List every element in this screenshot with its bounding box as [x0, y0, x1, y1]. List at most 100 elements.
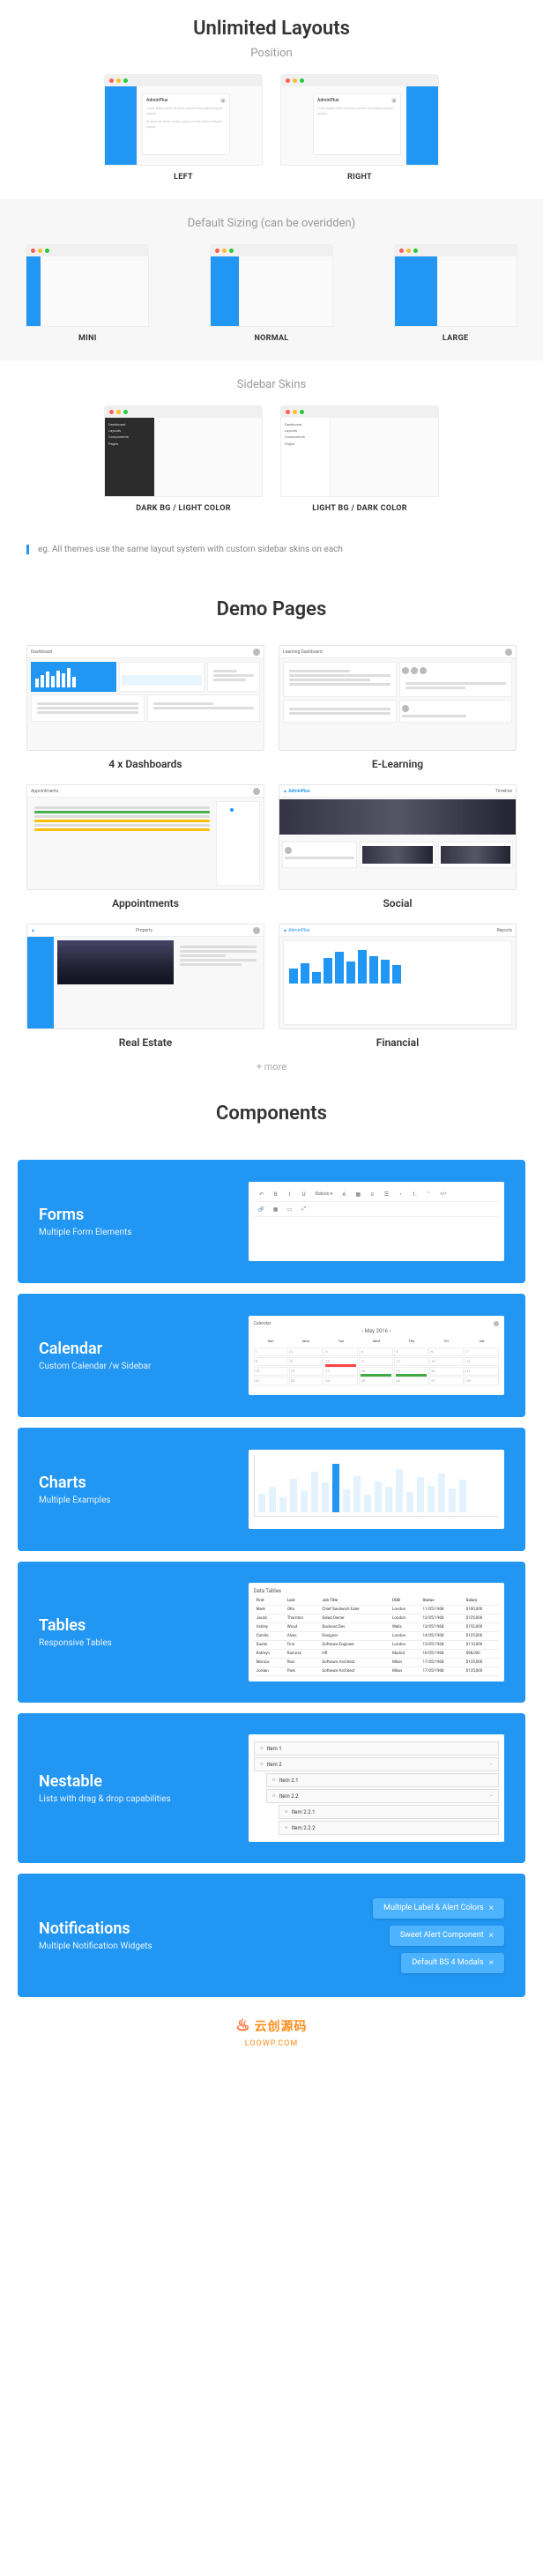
- sidebar-item[interactable]: Components: [108, 434, 151, 440]
- sidebar-item[interactable]: Layouts: [285, 427, 326, 434]
- calendar-day[interactable]: 10: [324, 1357, 358, 1366]
- calendar-day[interactable]: 2: [289, 1347, 324, 1356]
- calendar-day[interactable]: 9: [289, 1357, 324, 1366]
- sidebar-item[interactable]: Dashboard: [108, 421, 151, 427]
- toolbar-button[interactable]: ☰: [382, 1190, 391, 1199]
- table-row[interactable]: DustinFinnSoftware EngineerLondon15/05/1…: [254, 1641, 499, 1650]
- close-icon[interactable]: ✕: [391, 98, 397, 103]
- toolbar-button[interactable]: Roboto ▾: [314, 1191, 335, 1197]
- table-row[interactable]: AshleyWoodBackend DevWells13/05/1968$152…: [254, 1623, 499, 1632]
- table-header[interactable]: DOB: [390, 1597, 420, 1606]
- table-row[interactable]: MonicaRiosSoftware ArchitectMilan17/05/1…: [254, 1659, 499, 1667]
- demo-appointments[interactable]: Appointments Appointments: [26, 784, 264, 909]
- calendar-day[interactable]: 1: [254, 1347, 288, 1356]
- chart-bar: [301, 1491, 308, 1512]
- toolbar-button[interactable]: ≡: [368, 1190, 376, 1199]
- table-header[interactable]: Last: [285, 1597, 320, 1606]
- close-icon[interactable]: ×: [489, 1904, 494, 1913]
- table-row[interactable]: CamilaAlvesDesignerLondon14/05/1968$125,…: [254, 1632, 499, 1641]
- video-icon[interactable]: ▭: [286, 1205, 294, 1214]
- calendar-day[interactable]: 3: [324, 1347, 358, 1356]
- image-icon[interactable]: ▦: [272, 1205, 280, 1214]
- table-header[interactable]: Salary: [464, 1597, 499, 1606]
- calendar-day[interactable]: 26: [394, 1377, 428, 1385]
- sidebar-item[interactable]: Pages: [108, 441, 151, 447]
- close-icon[interactable]: ×: [489, 1931, 494, 1941]
- calendar-day[interactable]: 12: [394, 1357, 428, 1366]
- table-header[interactable]: First: [254, 1597, 285, 1606]
- demo-realestate[interactable]: ▲Property Real Estate: [26, 924, 264, 1049]
- calendar-day[interactable]: 25: [359, 1377, 393, 1385]
- more-link[interactable]: + more: [0, 1061, 543, 1073]
- calendar-day[interactable]: 19: [394, 1367, 428, 1376]
- toolbar-button[interactable]: </>: [438, 1191, 448, 1197]
- next-month-icon[interactable]: ›: [389, 1328, 391, 1334]
- calendar-day[interactable]: 17: [324, 1367, 358, 1376]
- toolbar-button[interactable]: A: [339, 1190, 348, 1199]
- drag-handle-icon[interactable]: ≡: [272, 1793, 276, 1800]
- close-icon[interactable]: ×: [489, 1958, 494, 1968]
- calendar-day[interactable]: 8: [254, 1357, 288, 1366]
- demo-elearning[interactable]: Learning Dashboard E-Learning: [279, 645, 517, 770]
- prev-month-icon[interactable]: ‹: [361, 1328, 363, 1334]
- calendar-day[interactable]: 18: [359, 1367, 393, 1376]
- calendar-day[interactable]: 16: [289, 1367, 324, 1376]
- drag-handle-icon[interactable]: ≡: [272, 1777, 276, 1784]
- calendar-day[interactable]: 6: [429, 1347, 464, 1356]
- demo-dashboards[interactable]: Dashboard 4 x Dashboards: [26, 645, 264, 770]
- toolbar-button[interactable]: B: [272, 1190, 280, 1199]
- calendar-day[interactable]: 14: [465, 1357, 499, 1366]
- calendar-day[interactable]: 4: [359, 1347, 393, 1356]
- drag-handle-icon[interactable]: ≡: [285, 1808, 288, 1815]
- table-row[interactable]: JordanParkSoftware ArchitectMilan17/05/1…: [254, 1667, 499, 1676]
- sidebar-item[interactable]: Pages: [285, 441, 326, 447]
- collapse-icon[interactable]: −: [490, 1793, 493, 1800]
- alert-pill[interactable]: Multiple Label & Alert Colors×: [373, 1898, 504, 1919]
- demo-financial[interactable]: ▲ AdminPlusReports Financial: [279, 924, 517, 1049]
- calendar-day[interactable]: 28: [465, 1377, 499, 1385]
- list-item[interactable]: ≡Item 2.2.1: [279, 1805, 499, 1819]
- calendar-day[interactable]: 5: [394, 1347, 428, 1356]
- alert-pill[interactable]: Sweet Alert Component×: [390, 1926, 504, 1946]
- demo-social[interactable]: ▲ AdminPlusTimeline Social: [279, 784, 517, 909]
- sidebar-item[interactable]: Layouts: [108, 427, 151, 434]
- list-item[interactable]: ≡Item 2−: [254, 1757, 499, 1771]
- calendar-day[interactable]: 15: [254, 1367, 288, 1376]
- alert-pill[interactable]: Default BS 4 Modals×: [401, 1953, 504, 1973]
- toolbar-button[interactable]: 1.: [410, 1190, 419, 1199]
- drag-handle-icon[interactable]: ≡: [260, 1745, 264, 1752]
- expand-icon[interactable]: ⤢: [300, 1205, 309, 1214]
- calendar-day[interactable]: 24: [324, 1377, 358, 1385]
- table-header[interactable]: Job Title: [319, 1597, 390, 1606]
- table-row[interactable]: JacobThorntonSalad OwnerLondon12/05/1968…: [254, 1615, 499, 1623]
- toolbar-button[interactable]: U: [300, 1190, 309, 1199]
- calendar-day[interactable]: 20: [429, 1367, 464, 1376]
- calendar-day[interactable]: 23: [289, 1377, 324, 1385]
- link-icon[interactable]: 🔗: [257, 1205, 266, 1214]
- toolbar-button[interactable]: ": [424, 1190, 433, 1199]
- sidebar-item[interactable]: Components: [285, 434, 326, 440]
- drag-handle-icon[interactable]: ≡: [260, 1761, 264, 1768]
- table-header[interactable]: Status: [420, 1597, 464, 1606]
- table-row[interactable]: KathrynRamirezHRMadrid16/05/1968$98,000: [254, 1650, 499, 1659]
- list-item[interactable]: ≡Item 2.1: [266, 1773, 499, 1787]
- toolbar-button[interactable]: •: [396, 1190, 405, 1199]
- drag-handle-icon[interactable]: ≡: [285, 1824, 288, 1831]
- collapse-icon[interactable]: −: [490, 1762, 493, 1768]
- list-item[interactable]: ≡Item 1: [254, 1741, 499, 1756]
- table-row[interactable]: MarkOttoChief Sandwich EaterLondon11/05/…: [254, 1606, 499, 1615]
- toolbar-button[interactable]: I: [286, 1190, 294, 1199]
- list-item[interactable]: ≡Item 2.2.2: [279, 1821, 499, 1835]
- list-item[interactable]: ≡Item 2.2−: [266, 1789, 499, 1803]
- calendar-day[interactable]: 7: [465, 1347, 499, 1356]
- sidebar-item[interactable]: Dashboard: [285, 421, 326, 427]
- toolbar-button[interactable]: ↶: [257, 1190, 266, 1199]
- chart-bar: [396, 1469, 403, 1512]
- calendar-day[interactable]: 13: [429, 1357, 464, 1366]
- calendar-day[interactable]: 22: [254, 1377, 288, 1385]
- calendar-day[interactable]: 11: [359, 1357, 393, 1366]
- toolbar-button[interactable]: ▦: [353, 1190, 362, 1199]
- close-icon[interactable]: ✕: [220, 98, 226, 103]
- calendar-day[interactable]: 21: [465, 1367, 499, 1376]
- calendar-day[interactable]: 27: [429, 1377, 464, 1385]
